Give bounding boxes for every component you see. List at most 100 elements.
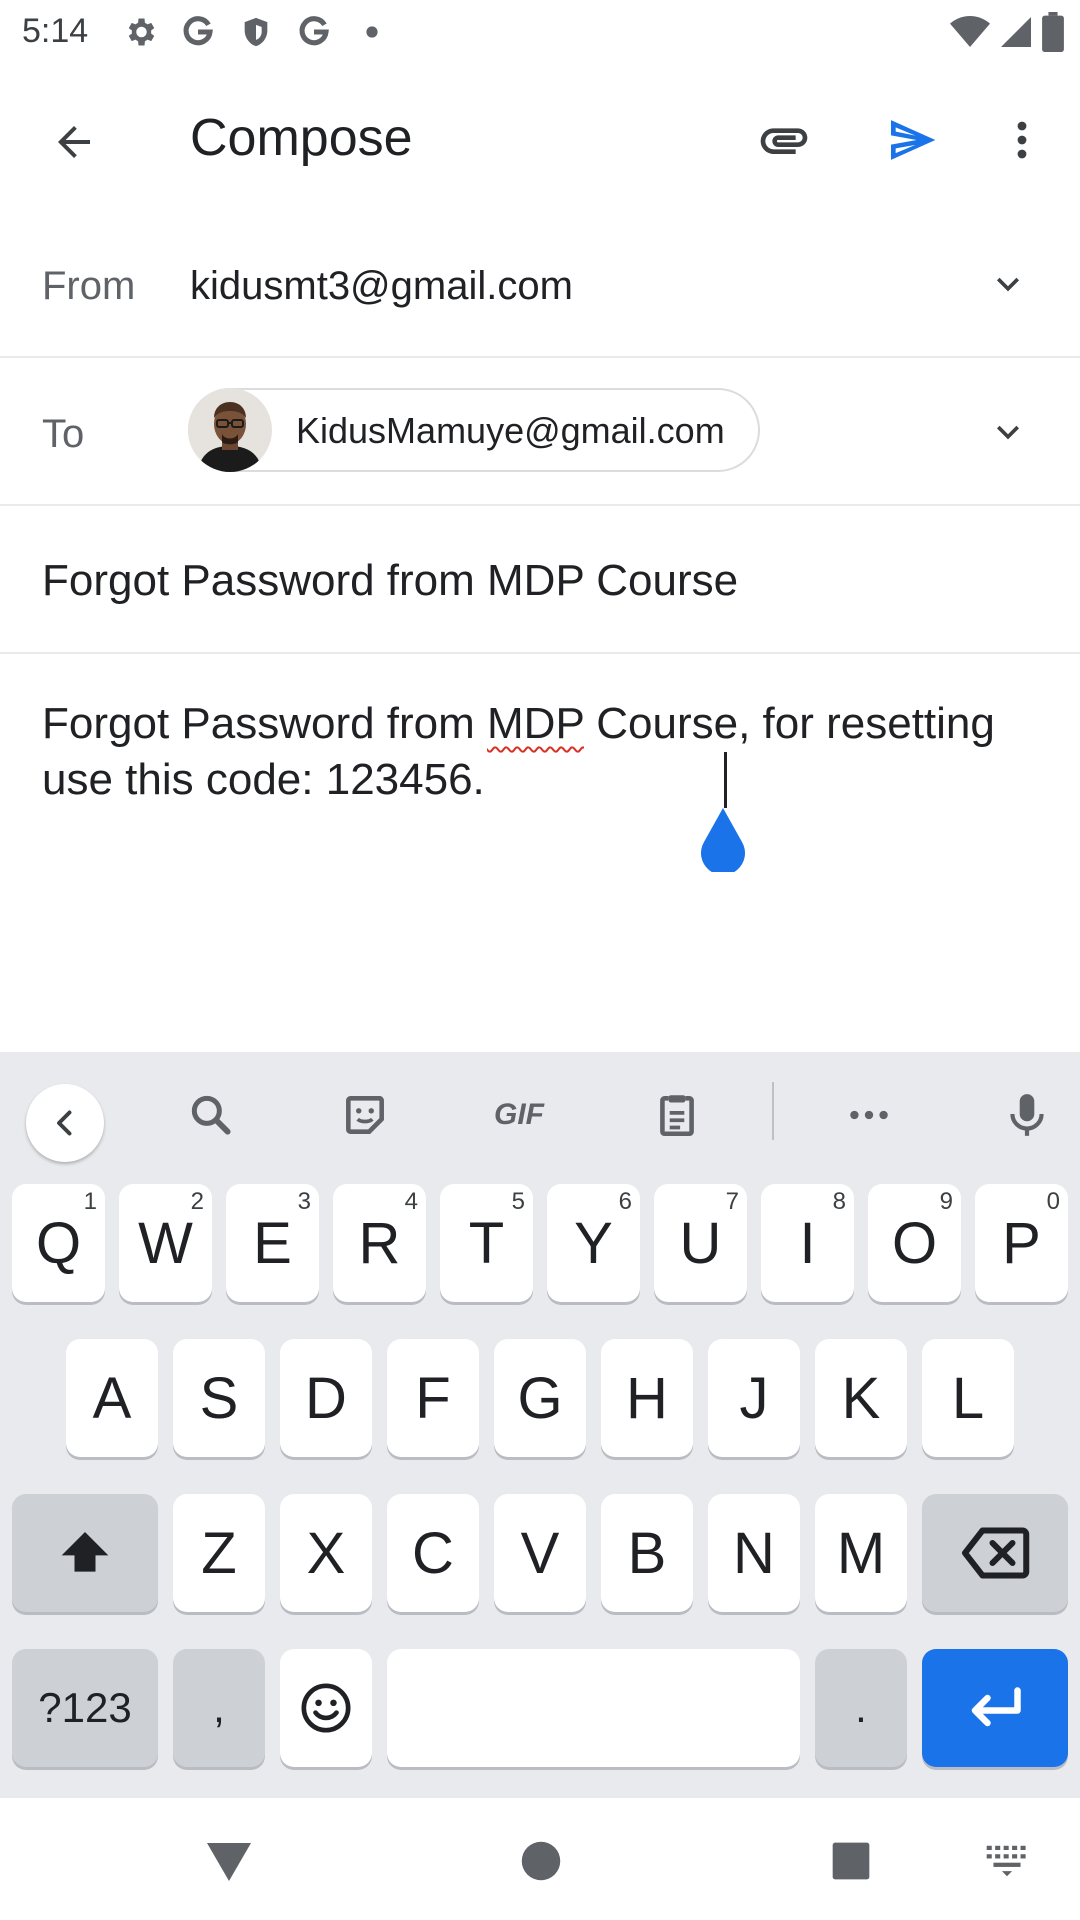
toolbar-divider — [772, 1082, 774, 1140]
body-text-part: Forgot Password from — [42, 699, 488, 748]
key-r[interactable]: R4 — [333, 1184, 426, 1302]
key-e[interactable]: E3 — [226, 1184, 319, 1302]
to-expand-button[interactable] — [980, 404, 1036, 460]
key-label: L — [951, 1365, 985, 1431]
keyboard-clipboard-button[interactable] — [638, 1076, 716, 1154]
gif-icon: GIF — [494, 1098, 544, 1131]
nav-recents-button[interactable] — [816, 1826, 886, 1896]
avatar — [188, 388, 272, 472]
key-label: B — [627, 1520, 667, 1586]
key-m[interactable]: M — [815, 1494, 907, 1612]
key-g[interactable]: G — [494, 1339, 586, 1457]
cursor-handle[interactable] — [696, 808, 750, 876]
back-button[interactable] — [36, 104, 112, 180]
chevron-down-icon — [997, 277, 1019, 292]
key-label: C — [412, 1520, 454, 1586]
enter-key[interactable] — [922, 1649, 1068, 1767]
keyboard-sticker-button[interactable] — [326, 1076, 404, 1154]
key-w[interactable]: W2 — [119, 1184, 212, 1302]
enter-icon — [971, 1687, 1021, 1727]
key-d[interactable]: D — [280, 1339, 372, 1457]
keyboard-more-button[interactable] — [830, 1076, 908, 1154]
keyboard-toolbar: GIF — [0, 1052, 1080, 1168]
from-label: From — [42, 264, 136, 308]
key-label: W — [138, 1210, 193, 1276]
key-c[interactable]: C — [387, 1494, 479, 1612]
status-time: 5:14 — [22, 12, 89, 50]
keyboard-gif-button[interactable]: GIF — [480, 1076, 558, 1154]
key-label: V — [520, 1520, 560, 1586]
from-row[interactable]: From kidusmt3@gmail.com — [0, 212, 1080, 358]
key-s[interactable]: S — [173, 1339, 265, 1457]
collapse-icon — [57, 1110, 72, 1136]
send-button[interactable] — [874, 102, 950, 178]
misspelled-word[interactable]: MDP — [487, 699, 584, 748]
subject-value[interactable]: Forgot Password from MDP Course — [42, 556, 738, 606]
symbols-key[interactable]: ?123 — [12, 1649, 158, 1767]
key-k[interactable]: K — [815, 1339, 907, 1457]
key-q[interactable]: Q1 — [12, 1184, 105, 1302]
key-label: H — [626, 1365, 668, 1431]
recents-square-icon — [832, 1842, 870, 1880]
to-row[interactable]: To KidusMamuye@gmail.com — [0, 358, 1080, 506]
paperclip-icon — [760, 128, 808, 154]
nav-home-button[interactable] — [506, 1826, 576, 1896]
key-a[interactable]: A — [66, 1339, 158, 1457]
key-o[interactable]: O9 — [868, 1184, 961, 1302]
back-arrow-icon — [58, 126, 90, 158]
period-key[interactable]: . — [815, 1649, 907, 1767]
body-field[interactable]: Forgot Password from MDP Course, for res… — [0, 656, 1080, 1052]
key-z[interactable]: Z — [173, 1494, 265, 1612]
nav-keyboard-switch-button[interactable] — [972, 1826, 1042, 1896]
key-label: S — [199, 1365, 239, 1431]
key-b[interactable]: B — [601, 1494, 693, 1612]
google-icon — [178, 12, 218, 52]
sticker-icon — [346, 1096, 384, 1134]
shift-key[interactable] — [12, 1494, 158, 1612]
home-circle-icon — [521, 1841, 561, 1881]
key-label: N — [733, 1520, 775, 1586]
emoji-icon — [301, 1683, 351, 1733]
key-f[interactable]: F — [387, 1339, 479, 1457]
text-cursor — [724, 752, 727, 808]
key-x[interactable]: X — [280, 1494, 372, 1612]
key-p[interactable]: P0 — [975, 1184, 1068, 1302]
search-icon — [191, 1095, 231, 1135]
key-v[interactable]: V — [494, 1494, 586, 1612]
key-label: J — [739, 1365, 769, 1431]
key-label: A — [92, 1365, 132, 1431]
key-n[interactable]: N — [708, 1494, 800, 1612]
comma-key[interactable]: , — [173, 1649, 265, 1767]
back-triangle-icon — [207, 1843, 251, 1881]
from-value[interactable]: kidusmt3@gmail.com — [190, 264, 573, 309]
recipient-chip[interactable]: KidusMamuye@gmail.com — [188, 388, 760, 472]
more-options-button[interactable] — [984, 102, 1060, 178]
key-i[interactable]: I8 — [761, 1184, 854, 1302]
key-y[interactable]: Y6 — [547, 1184, 640, 1302]
nav-back-button[interactable] — [194, 1826, 264, 1896]
key-hint: 7 — [725, 1188, 739, 1215]
backspace-key[interactable] — [922, 1494, 1068, 1612]
key-t[interactable]: T5 — [440, 1184, 533, 1302]
keyboard-search-button[interactable] — [172, 1076, 250, 1154]
dot-icon — [352, 12, 392, 52]
key-h[interactable]: H — [601, 1339, 693, 1457]
app-bar: Compose — [0, 64, 1080, 208]
key-hint: 1 — [83, 1188, 97, 1215]
key-l[interactable]: L — [922, 1339, 1014, 1457]
keyboard-collapse-button[interactable] — [26, 1084, 104, 1162]
key-u[interactable]: U7 — [654, 1184, 747, 1302]
body-text[interactable]: Forgot Password from MDP Course, for res… — [42, 696, 1042, 808]
subject-field[interactable]: Forgot Password from MDP Course — [0, 506, 1080, 654]
page-title: Compose — [190, 109, 413, 167]
status-system-icons — [950, 10, 1064, 54]
key-label: I — [799, 1210, 816, 1276]
key-j[interactable]: J — [708, 1339, 800, 1457]
attach-button[interactable] — [746, 102, 822, 178]
to-label: To — [42, 412, 85, 456]
recipient-email: KidusMamuye@gmail.com — [296, 410, 725, 451]
keyboard-mic-button[interactable] — [988, 1076, 1066, 1154]
space-key[interactable] — [387, 1649, 800, 1767]
from-expand-button[interactable] — [980, 256, 1036, 312]
emoji-key[interactable] — [280, 1649, 372, 1767]
